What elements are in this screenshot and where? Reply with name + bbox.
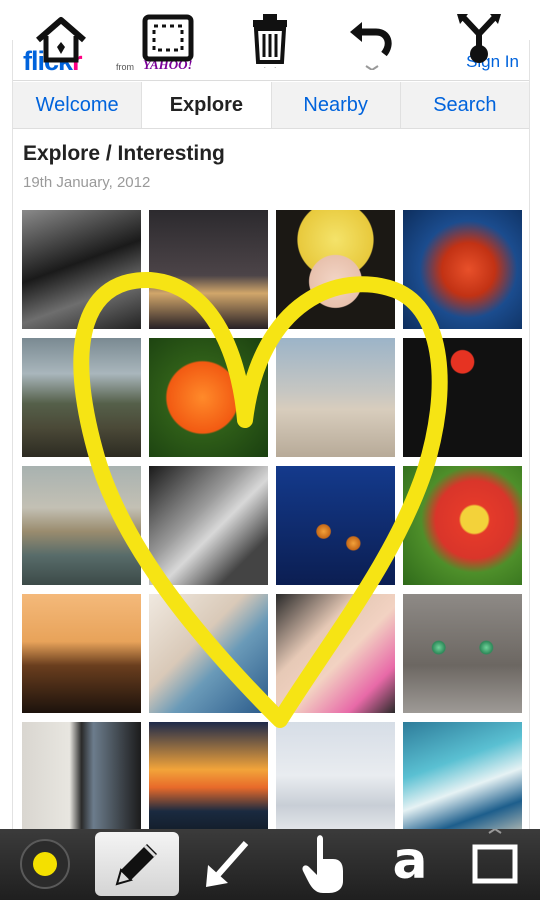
selection-frame-icon[interactable] — [142, 14, 194, 66]
photo-grid — [22, 210, 522, 841]
color-picker-button[interactable] — [5, 829, 85, 900]
undo-icon[interactable] — [348, 14, 396, 70]
rectangle-icon[interactable] — [455, 829, 535, 900]
hand-pointer-icon[interactable] — [285, 829, 365, 900]
photo-thumbnail[interactable] — [276, 466, 395, 585]
photo-thumbnail[interactable] — [22, 594, 141, 713]
pencil-icon — [115, 844, 157, 886]
photo-thumbnail[interactable] — [22, 338, 141, 457]
arrow-tool-icon[interactable] — [188, 829, 268, 900]
page-title: Explore / Interesting — [23, 142, 225, 165]
photo-thumbnail[interactable] — [403, 594, 522, 713]
tab-search[interactable]: Search — [400, 82, 529, 128]
tab-nearby[interactable]: Nearby — [271, 82, 401, 128]
photo-thumbnail[interactable] — [22, 466, 141, 585]
flickr-mobile-page: flickr from YAHOO! Sign In Welcome Explo… — [12, 40, 530, 841]
trash-icon[interactable] — [250, 12, 290, 68]
photo-thumbnail[interactable] — [403, 466, 522, 585]
share-icon[interactable] — [454, 10, 504, 66]
photo-thumbnail[interactable] — [149, 338, 268, 457]
home-icon[interactable] — [34, 14, 88, 64]
photo-thumbnail[interactable] — [403, 338, 522, 457]
photo-thumbnail[interactable] — [276, 594, 395, 713]
text-tool-button[interactable]: a — [380, 831, 440, 891]
photo-thumbnail[interactable] — [22, 210, 141, 329]
drawing-toolbar: a — [0, 829, 540, 900]
tab-explore[interactable]: Explore — [142, 82, 272, 128]
pencil-tool-button[interactable] — [95, 832, 179, 896]
logo-from-text: from — [116, 62, 134, 72]
photo-thumbnail[interactable] — [403, 722, 522, 841]
photo-thumbnail[interactable] — [22, 722, 141, 841]
photo-thumbnail[interactable] — [276, 722, 395, 841]
photo-thumbnail[interactable] — [149, 594, 268, 713]
tab-welcome[interactable]: Welcome — [13, 82, 143, 128]
photo-thumbnail[interactable] — [403, 210, 522, 329]
photo-thumbnail[interactable] — [149, 466, 268, 585]
photo-thumbnail[interactable] — [149, 722, 268, 841]
page-date: 19th January, 2012 — [23, 174, 151, 191]
photo-thumbnail[interactable] — [149, 210, 268, 329]
nav-tabs: Welcome Explore Nearby Search — [13, 82, 529, 129]
photo-thumbnail[interactable] — [276, 210, 395, 329]
photo-thumbnail[interactable] — [276, 338, 395, 457]
top-toolbar — [0, 0, 540, 75]
